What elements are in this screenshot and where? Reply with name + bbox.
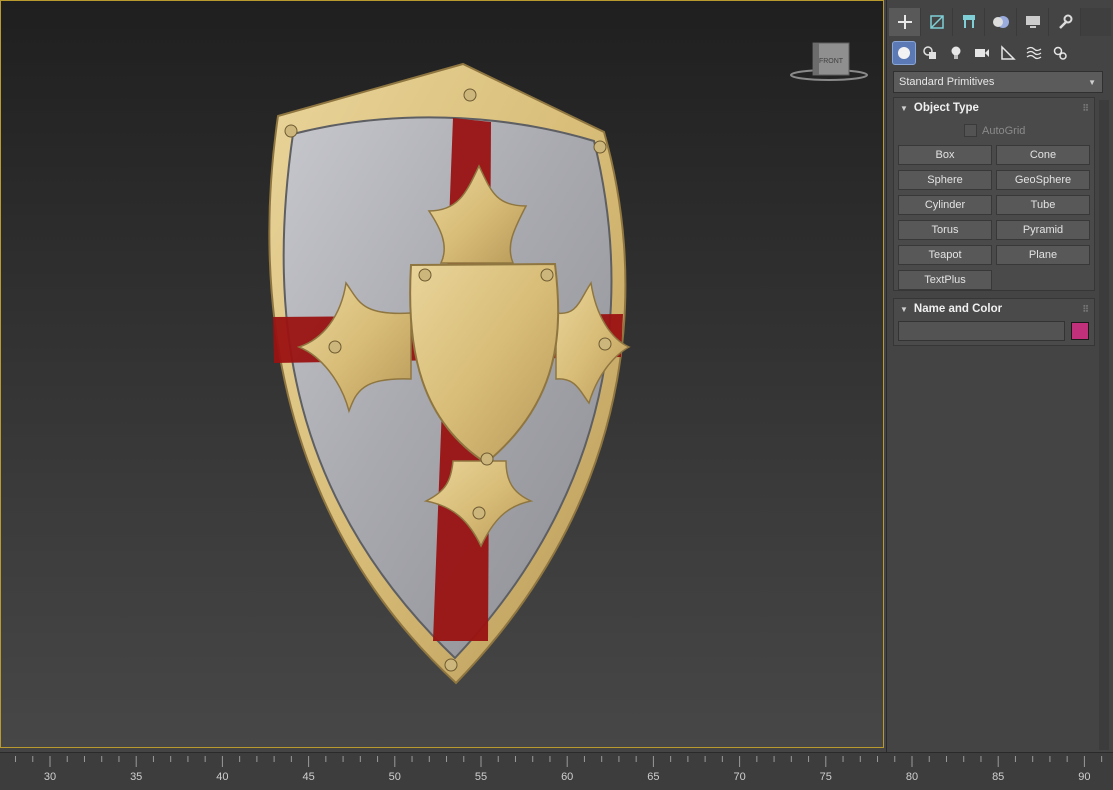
object-type-title: Object Type <box>913 102 979 114</box>
name-and-color-rollout: ▼ Name and Color ⠿ <box>893 298 1095 346</box>
geosphere-button[interactable]: GeoSphere <box>996 170 1090 190</box>
lights-icon <box>951 46 961 59</box>
ruler-label: 65 <box>647 771 659 783</box>
category-dropdown-value: Standard Primitives <box>899 76 995 88</box>
textplus-button[interactable]: TextPlus <box>898 270 992 290</box>
hierarchy-icon <box>962 15 975 28</box>
cameras-icon <box>975 49 989 57</box>
display-tab[interactable] <box>1017 8 1049 36</box>
cameras-subtab[interactable] <box>970 41 994 65</box>
collapse-triangle-icon: ▼ <box>900 103 908 113</box>
ruler-label: 60 <box>561 771 573 783</box>
chevron-down-icon: ▼ <box>1088 78 1096 87</box>
ruler-label: 55 <box>475 771 487 783</box>
plane-button[interactable]: Plane <box>996 245 1090 265</box>
ruler-label: 30 <box>44 771 56 783</box>
modify-icon <box>929 15 944 29</box>
grip-icon: ⠿ <box>1082 303 1089 314</box>
shield-model[interactable] <box>1 1 885 749</box>
systems-subtab[interactable] <box>1048 41 1072 65</box>
teapot-button[interactable]: Teapot <box>898 245 992 265</box>
ruler-label: 35 <box>130 771 142 783</box>
object-category-bar <box>892 41 1072 65</box>
autogrid-label: AutoGrid <box>982 124 1026 137</box>
viewport-perspective[interactable]: FRONT <box>0 0 884 748</box>
systems-icon <box>1053 46 1067 60</box>
viewcube-label: FRONT <box>819 58 844 65</box>
ruler-label: 40 <box>216 771 228 783</box>
geometry-subtab[interactable] <box>892 41 916 65</box>
helpers-subtab[interactable] <box>996 41 1020 65</box>
category-dropdown[interactable]: Standard Primitives ▼ <box>893 71 1103 93</box>
create-tab[interactable] <box>889 8 921 36</box>
autogrid-checkbox[interactable]: AutoGrid <box>964 124 1025 137</box>
lights-subtab[interactable] <box>944 41 968 65</box>
display-icon <box>1025 16 1040 28</box>
grip-icon: ⠿ <box>1082 102 1089 113</box>
time-ruler[interactable]: 30 35 40 45 50 55 60 65 70 75 80 85 90 <box>0 752 1113 790</box>
cone-button[interactable]: Cone <box>996 145 1090 165</box>
shapes-subtab[interactable] <box>918 41 942 65</box>
command-panel: Standard Primitives ▼ ▼ Object Type ⠿ Au… <box>886 0 1113 752</box>
sphere-button[interactable]: Sphere <box>898 170 992 190</box>
ruler-label: 85 <box>992 771 1004 783</box>
object-color-swatch[interactable] <box>1071 322 1089 340</box>
viewcube[interactable]: FRONT <box>789 39 869 84</box>
collapse-triangle-icon: ▼ <box>900 304 908 314</box>
motion-icon <box>992 16 1009 28</box>
object-name-input[interactable] <box>898 321 1065 341</box>
ruler-label: 75 <box>820 771 832 783</box>
utilities-tab[interactable] <box>1049 8 1081 36</box>
hierarchy-tab[interactable] <box>953 8 985 36</box>
ruler-label: 70 <box>733 771 745 783</box>
ruler-label: 90 <box>1078 771 1090 783</box>
name-and-color-title: Name and Color <box>913 303 1003 315</box>
spacewarps-icon <box>1026 46 1042 60</box>
object-type-rollout: ▼ Object Type ⠿ AutoGrid Box Cone Sphere… <box>893 97 1095 291</box>
command-panel-tabs <box>889 8 1111 36</box>
geometry-icon <box>898 47 910 59</box>
box-button[interactable]: Box <box>898 145 992 165</box>
object-type-header[interactable]: ▼ Object Type ⠿ <box>894 98 1094 118</box>
create-icon <box>897 15 912 29</box>
ruler-label: 80 <box>906 771 918 783</box>
ruler-label: 50 <box>389 771 401 783</box>
modify-tab[interactable] <box>921 8 953 36</box>
ruler-label: 45 <box>302 771 314 783</box>
cylinder-button[interactable]: Cylinder <box>898 195 992 215</box>
motion-tab[interactable] <box>985 8 1017 36</box>
torus-button[interactable]: Torus <box>898 220 992 240</box>
utilities-icon <box>1058 14 1072 29</box>
time-ruler-ticks: 30 35 40 45 50 55 60 65 70 75 80 85 90 <box>15 756 1103 783</box>
name-and-color-header[interactable]: ▼ Name and Color ⠿ <box>894 299 1094 319</box>
checkbox-box <box>964 124 977 137</box>
command-panel-scrollbar[interactable] <box>1099 100 1109 750</box>
shapes-icon <box>923 46 936 59</box>
pyramid-button[interactable]: Pyramid <box>996 220 1090 240</box>
helpers-icon <box>1001 45 1016 60</box>
tube-button[interactable]: Tube <box>996 195 1090 215</box>
spacewarps-subtab[interactable] <box>1022 41 1046 65</box>
